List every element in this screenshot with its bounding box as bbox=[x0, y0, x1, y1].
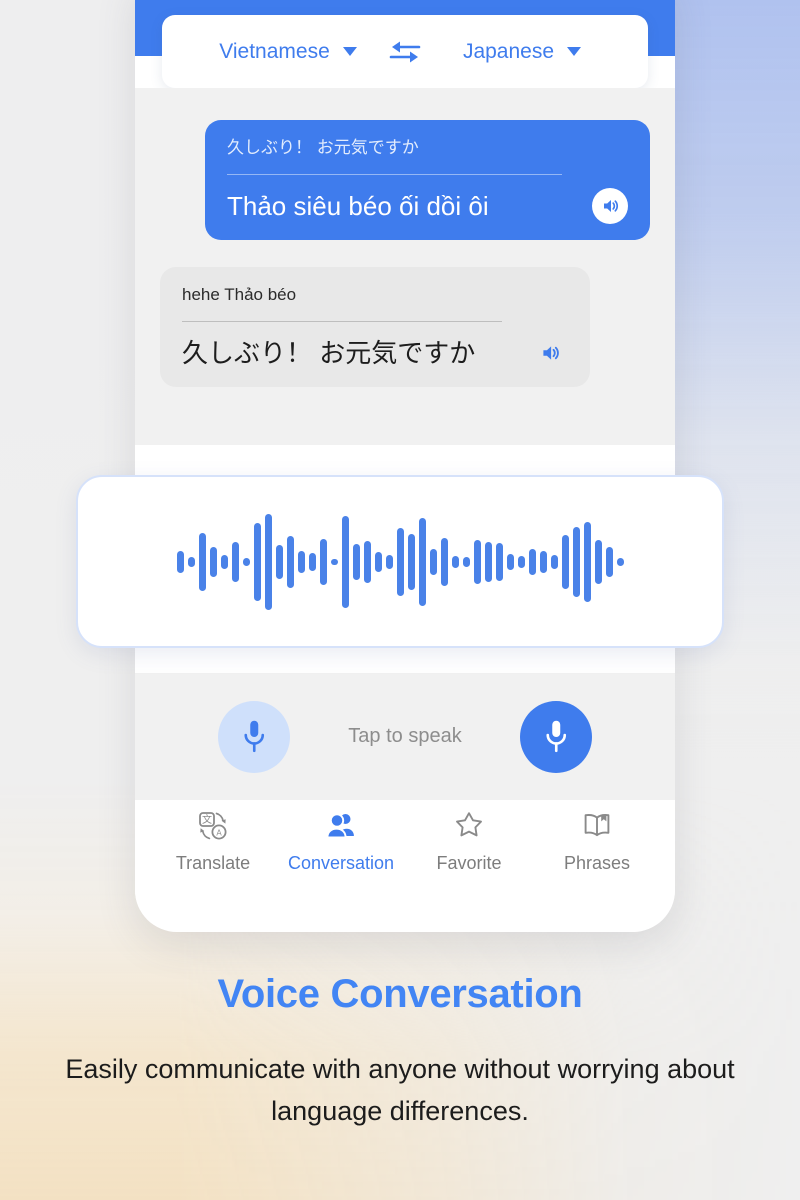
target-language-selector[interactable]: Japanese bbox=[432, 40, 612, 64]
waveform-bar bbox=[418, 517, 426, 606]
nav-label: Translate bbox=[175, 853, 251, 873]
waveform-bar bbox=[363, 540, 371, 583]
message-bubble-incoming[interactable]: hehe Thảo béo 久しぶり！ お元気ですか bbox=[160, 266, 590, 387]
waveform-bar bbox=[253, 522, 261, 601]
waveform-bar bbox=[308, 552, 316, 571]
language-selector-card: Vietnamese Japanese bbox=[162, 15, 648, 88]
waveform-bar bbox=[286, 535, 294, 588]
book-icon bbox=[580, 808, 614, 844]
waveform-bar bbox=[561, 534, 569, 589]
caption-title: Voice Conversation bbox=[217, 972, 583, 1016]
waveform-bar bbox=[220, 554, 228, 569]
phone-mockup: Vietnamese Japanese 久しぶり！ お元気ですか Thảo si… bbox=[135, 0, 675, 932]
star-outline-icon bbox=[452, 808, 486, 844]
waveform-bar bbox=[330, 558, 338, 565]
translate-icon: 文 A bbox=[196, 808, 230, 844]
source-language-selector[interactable]: Vietnamese bbox=[198, 40, 378, 64]
caption-block: Voice Conversation Easily communicate wi… bbox=[0, 972, 800, 1133]
waveform-bar bbox=[440, 537, 448, 586]
nav-label: Phrases bbox=[563, 853, 631, 873]
waveform-bar bbox=[506, 553, 514, 570]
message-translation-row: Thảo siêu béo ối dồi ôi bbox=[227, 175, 628, 224]
microphone-icon bbox=[244, 720, 265, 752]
waveform-bar bbox=[429, 548, 437, 575]
waveform-bar bbox=[297, 550, 305, 573]
conversation-list: 久しぶり！ お元気ですか Thảo siêu béo ối dồi ôi heh… bbox=[135, 88, 675, 445]
waveform-bar bbox=[451, 555, 459, 568]
message-source-text: hehe Thảo béo bbox=[182, 284, 297, 304]
waveform-bar bbox=[616, 557, 624, 566]
caption-subtitle: Easily communicate with anyone without w… bbox=[65, 1054, 735, 1126]
waveform-bar bbox=[550, 554, 558, 569]
nav-item-favorite[interactable]: Favorite bbox=[409, 808, 529, 874]
waveform-bar bbox=[396, 527, 404, 596]
waveform-bar bbox=[209, 546, 217, 577]
waveform-bar bbox=[198, 532, 206, 591]
waveform-bar bbox=[176, 550, 184, 573]
waveform-bar bbox=[231, 541, 239, 582]
nav-item-conversation[interactable]: Conversation bbox=[281, 808, 401, 874]
waveform-bar bbox=[187, 556, 195, 567]
waveform-bar bbox=[572, 526, 580, 597]
message-translated-text: 久しぶり！ お元気ですか bbox=[182, 337, 476, 368]
message-bubble-outgoing[interactable]: 久しぶり！ お元気ですか Thảo siêu béo ối dồi ôi bbox=[205, 120, 650, 240]
waveform-bar bbox=[462, 556, 470, 567]
play-audio-button[interactable] bbox=[532, 335, 568, 371]
nav-item-translate[interactable]: 文 A Translate bbox=[153, 808, 273, 874]
chevron-down-icon bbox=[567, 47, 582, 56]
waveform-bar bbox=[242, 557, 250, 566]
waveform-bar bbox=[583, 521, 591, 602]
bottom-navigation-bar: 文 A Translate Conversation Favorite Phra… bbox=[135, 800, 675, 910]
nav-label: Conversation bbox=[287, 853, 395, 873]
swap-languages-button[interactable] bbox=[378, 39, 432, 65]
svg-text:A: A bbox=[216, 829, 222, 838]
speaker-icon bbox=[543, 346, 559, 360]
waveform-bar bbox=[539, 550, 547, 573]
source-language-label: Vietnamese bbox=[219, 39, 330, 63]
swap-arrows-icon bbox=[389, 41, 421, 62]
waveform-bar bbox=[264, 513, 272, 610]
target-language-label: Japanese bbox=[462, 39, 555, 63]
message-translated-text: Thảo siêu béo ối dồi ôi bbox=[227, 190, 489, 221]
microphone-icon bbox=[546, 720, 566, 752]
play-audio-button[interactable] bbox=[592, 187, 628, 224]
waveform-bar bbox=[517, 555, 525, 568]
nav-label: Favorite bbox=[436, 853, 502, 873]
svg-text:文: 文 bbox=[202, 813, 212, 826]
waveform-bar bbox=[484, 541, 492, 582]
waveform-bar bbox=[528, 548, 536, 575]
message-translation-row: 久しぶり！ お元気ですか bbox=[182, 322, 568, 371]
waveform-bar bbox=[473, 539, 481, 584]
waveform-bar bbox=[352, 543, 360, 580]
waveform-bar bbox=[605, 546, 613, 577]
waveform-bar bbox=[385, 554, 393, 569]
waveform-bar bbox=[495, 542, 503, 581]
nav-item-phrases[interactable]: Phrases bbox=[537, 808, 657, 874]
waveform-bar bbox=[594, 539, 602, 584]
waveform-bar bbox=[341, 515, 349, 608]
people-icon bbox=[324, 808, 358, 844]
waveform-bar bbox=[407, 533, 415, 590]
mic-button-target[interactable] bbox=[519, 700, 592, 773]
tap-to-speak-label: Tap to speak bbox=[348, 725, 462, 747]
waveform-bar bbox=[319, 538, 327, 585]
waveform-bar bbox=[374, 551, 382, 572]
waveform bbox=[176, 497, 624, 627]
voice-waveform-card[interactable] bbox=[76, 475, 724, 648]
mic-button-source[interactable] bbox=[218, 700, 291, 773]
waveform-bar bbox=[275, 544, 283, 579]
mic-control-bar: Tap to speak bbox=[135, 673, 675, 800]
chevron-down-icon bbox=[342, 47, 357, 56]
speaker-icon bbox=[604, 199, 618, 212]
message-source-text: 久しぶり！ お元気ですか bbox=[227, 138, 419, 157]
